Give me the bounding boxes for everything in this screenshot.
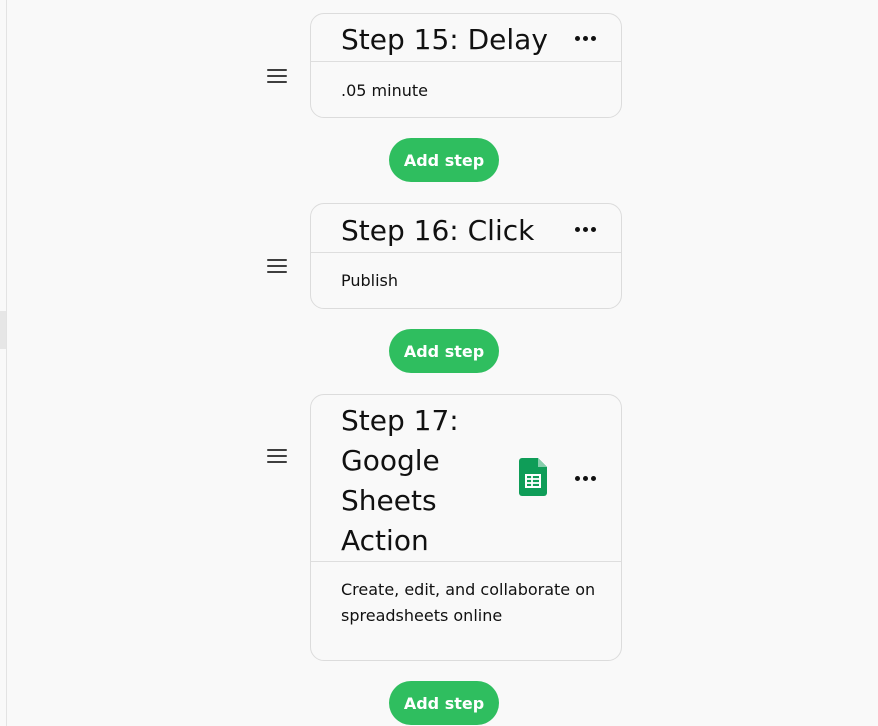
step-description: .05 minute: [341, 81, 428, 100]
left-panel-edge: [0, 0, 7, 726]
step-title-line: Google: [341, 444, 440, 477]
add-step-button[interactable]: Add step: [389, 681, 499, 725]
step-card: Step 16: Click Publish: [310, 203, 622, 309]
drag-handle-icon[interactable]: [266, 448, 288, 464]
step-card: Step 17: Google Sheets Action Create, ed…: [310, 394, 622, 661]
step-title-line: Action: [341, 524, 429, 557]
add-step-button[interactable]: Add step: [389, 138, 499, 182]
step-card: Step 15: Delay .05 minute: [310, 13, 622, 118]
step-description-line: Create, edit, and collaborate on: [341, 580, 596, 599]
more-options-icon[interactable]: [575, 227, 597, 233]
drag-handle-icon[interactable]: [266, 258, 288, 274]
step-card-header: Step 15: Delay: [311, 14, 621, 62]
more-options-icon[interactable]: [575, 476, 597, 482]
step-card-header: Step 17: Google Sheets Action: [311, 395, 621, 562]
step-card-header: Step 16: Click: [311, 204, 621, 253]
step-title: Step 16: Click: [341, 214, 535, 247]
step-title: Step 15: Delay: [341, 23, 548, 56]
more-options-icon[interactable]: [575, 36, 597, 42]
drag-handle-icon[interactable]: [266, 68, 288, 84]
step-description-line: spreadsheets online: [341, 606, 503, 625]
add-step-button[interactable]: Add step: [389, 329, 499, 373]
step-title-line: Step 17:: [341, 404, 459, 437]
step-title-line: Sheets: [341, 484, 437, 517]
google-sheets-icon: [519, 458, 547, 496]
left-panel-handle[interactable]: [0, 311, 6, 349]
step-description: Publish: [341, 271, 399, 290]
